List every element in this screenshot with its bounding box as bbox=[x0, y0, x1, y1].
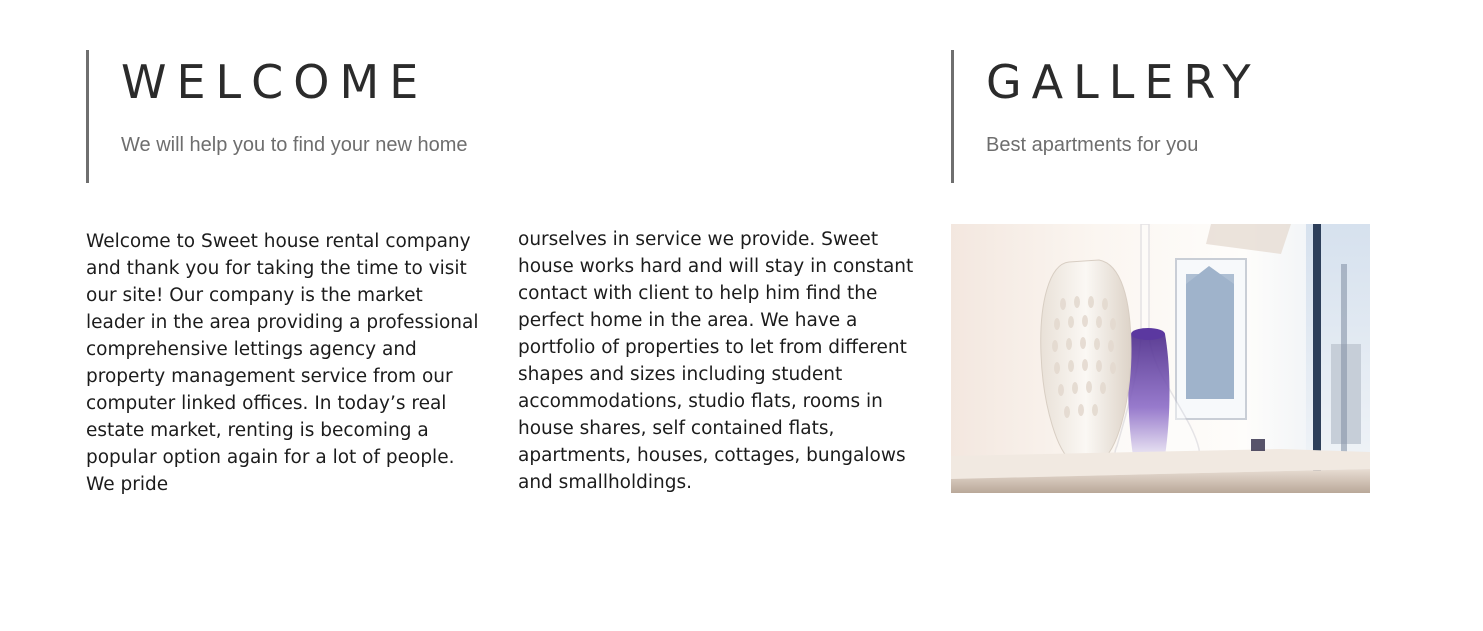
gallery-title: GALLERY bbox=[986, 55, 1261, 109]
welcome-text-column-2: ourselves in service we provide. Sweet h… bbox=[518, 229, 914, 493]
gallery-photo-illustration bbox=[951, 224, 1370, 493]
gallery-subtitle: Best apartments for you bbox=[986, 134, 1199, 156]
welcome-heading-block: WELCOME We will help you to find your ne… bbox=[86, 50, 846, 183]
welcome-title: WELCOME bbox=[121, 55, 429, 109]
gallery-image[interactable] bbox=[951, 224, 1370, 493]
gallery-heading-block: GALLERY Best apartments for you bbox=[951, 50, 1371, 183]
welcome-text-column-1: Welcome to Sweet house rental company an… bbox=[86, 231, 479, 495]
welcome-subtitle: We will help you to find your new home bbox=[121, 134, 468, 156]
